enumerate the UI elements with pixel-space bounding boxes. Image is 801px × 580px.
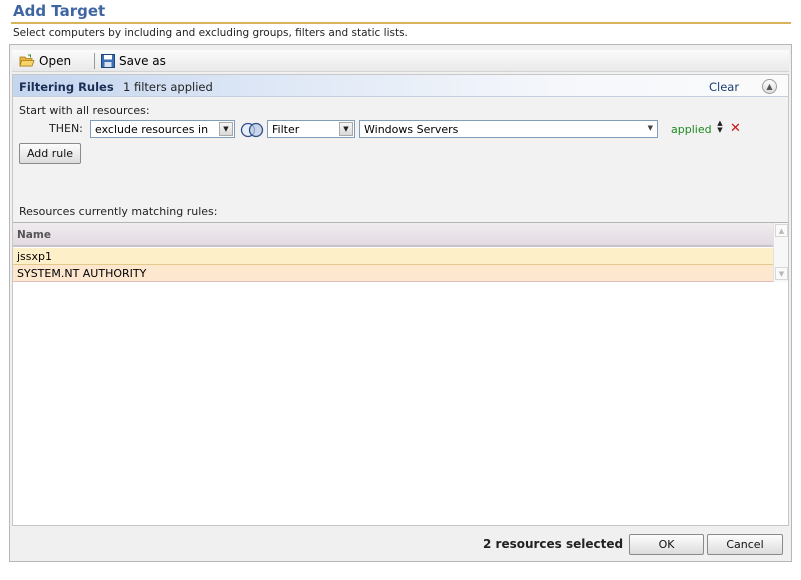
ok-button[interactable]: OK <box>629 534 704 555</box>
floppy-disk-icon <box>101 54 115 68</box>
chevron-down-icon: ▼ <box>219 122 233 136</box>
resources-grid: Name jssxp1 SYSTEM.NT AUTHORITY ▲ ▼ <box>13 222 788 525</box>
chevron-down-icon: ▼ <box>647 124 653 132</box>
save-as-button[interactable]: Save as <box>101 52 166 70</box>
scroll-up-icon[interactable]: ▲ <box>775 224 788 237</box>
filtering-panel: Filtering Rules 1 filters applied Clear … <box>12 74 789 526</box>
add-rule-button[interactable]: Add rule <box>19 143 81 164</box>
dialog-title: Add Target <box>13 2 106 20</box>
scroll-down-icon[interactable]: ▼ <box>775 267 788 280</box>
dialog-subtitle: Select computers by including and exclud… <box>13 27 408 39</box>
cancel-button[interactable]: Cancel <box>707 534 783 555</box>
table-row[interactable]: SYSTEM.NT AUTHORITY <box>13 265 773 282</box>
open-button[interactable]: Open <box>19 52 71 70</box>
clear-link[interactable]: Clear <box>709 80 739 94</box>
rule-action-select[interactable]: exclude resources in ▼ <box>90 120 235 138</box>
open-label: Open <box>39 54 72 68</box>
row-name: SYSTEM.NT AUTHORITY <box>17 266 147 280</box>
rule-action-value: exclude resources in <box>95 122 209 136</box>
remove-rule-icon[interactable]: ✕ <box>730 121 741 136</box>
grid-header: Name <box>13 223 773 247</box>
then-label: THEN: <box>49 122 83 135</box>
set-operation-icon[interactable] <box>239 122 265 138</box>
filters-applied-count: 1 filters applied <box>123 80 213 94</box>
open-folder-icon <box>19 54 35 67</box>
start-with-label: Start with all resources: <box>19 104 150 117</box>
title-divider <box>11 22 791 24</box>
rule-type-select[interactable]: Filter ▼ <box>267 120 355 138</box>
filtering-rules-header: Filtering Rules 1 filters applied Clear … <box>13 75 788 97</box>
resources-selected-count: 2 resources selected <box>483 537 624 551</box>
chevron-up-icon: ▲ <box>766 82 773 91</box>
column-header-name[interactable]: Name <box>17 229 51 241</box>
filtering-rules-title: Filtering Rules <box>19 80 114 94</box>
chevron-down-icon: ▼ <box>339 122 353 136</box>
collapse-button[interactable]: ▲ <box>762 79 777 94</box>
vertical-scrollbar[interactable]: ▲ ▼ <box>773 223 788 282</box>
rule-target-select[interactable]: Windows Servers ▼ <box>359 120 658 138</box>
rule-target-value: Windows Servers <box>364 122 459 136</box>
save-as-label: Save as <box>119 54 166 68</box>
reorder-arrows-icon[interactable]: ▲ ▼ <box>716 120 724 140</box>
toolbar-separator <box>94 53 95 69</box>
rule-status-applied: applied <box>671 123 712 136</box>
rule-type-value: Filter <box>272 122 300 136</box>
row-name: jssxp1 <box>17 249 53 263</box>
matching-resources-label: Resources currently matching rules: <box>19 205 218 218</box>
toolbar: Open Save as <box>12 50 789 72</box>
table-row[interactable]: jssxp1 <box>13 248 773 265</box>
